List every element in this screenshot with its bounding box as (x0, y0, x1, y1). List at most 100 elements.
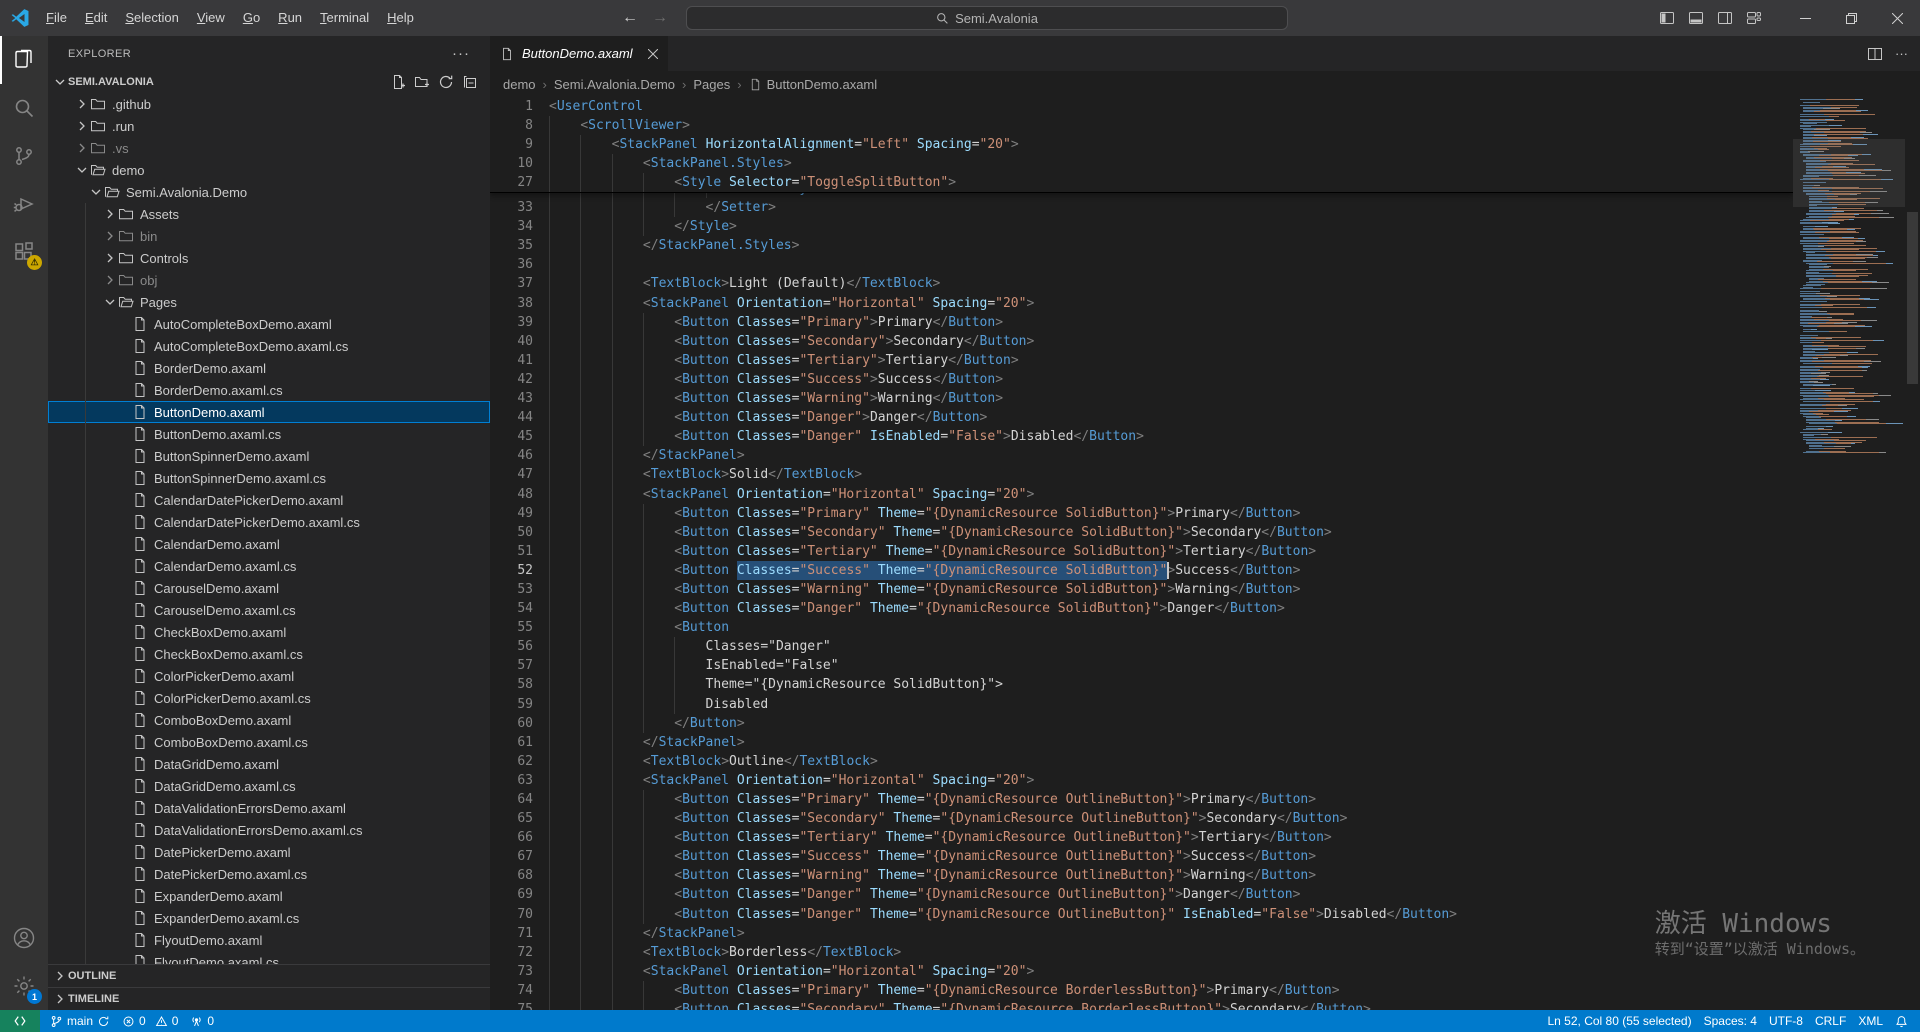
tree-item-FlyoutDemo.axaml.cs[interactable]: FlyoutDemo.axaml.cs (48, 951, 490, 964)
breadcrumb-item[interactable]: Semi.Avalonia.Demo (554, 77, 675, 92)
code-line[interactable]: 1<UserControl (490, 97, 1793, 116)
code-line[interactable]: 40 <Button Classes="Secondary">Secondary… (490, 332, 1793, 351)
source-control-icon[interactable] (0, 132, 48, 180)
tree-item-CheckBoxDemo.axaml[interactable]: CheckBoxDemo.axaml (48, 621, 490, 643)
notifications-bell-icon[interactable] (1889, 1010, 1914, 1032)
menu-edit[interactable]: Edit (76, 0, 116, 36)
refresh-icon[interactable] (438, 74, 454, 90)
tree-root[interactable]: SEMI.AVALONIA (48, 71, 490, 93)
code-line[interactable]: 61 </StackPanel> (490, 733, 1793, 752)
tree-item-ComboBoxDemo.axaml[interactable]: ComboBoxDemo.axaml (48, 709, 490, 731)
code-line[interactable]: 9 <StackPanel HorizontalAlignment="Left"… (490, 135, 1793, 154)
explorer-more-actions-icon[interactable]: ··· (452, 45, 470, 62)
tree-item-demo[interactable]: demo (48, 159, 490, 181)
tree-item-BorderDemo.axaml.cs[interactable]: BorderDemo.axaml.cs (48, 379, 490, 401)
code-line[interactable]: 49 <Button Classes="Primary" Theme="{Dyn… (490, 504, 1793, 523)
tree-item-CarouselDemo.axaml.cs[interactable]: CarouselDemo.axaml.cs (48, 599, 490, 621)
new-folder-icon[interactable] (414, 74, 430, 90)
tree-item-ExpanderDemo.axaml[interactable]: ExpanderDemo.axaml (48, 885, 490, 907)
tree-item-AutoCompleteBoxDemo.axaml.cs[interactable]: AutoCompleteBoxDemo.axaml.cs (48, 335, 490, 357)
code-line[interactable]: 69 <Button Classes="Danger" Theme="{Dyna… (490, 885, 1793, 904)
tree-item-ColorPickerDemo.axaml[interactable]: ColorPickerDemo.axaml (48, 665, 490, 687)
tree-item-bin[interactable]: bin (48, 225, 490, 247)
code-line[interactable]: 46 </StackPanel> (490, 446, 1793, 465)
code-line[interactable]: 64 <Button Classes="Primary" Theme="{Dyn… (490, 790, 1793, 809)
code-line[interactable]: 51 <Button Classes="Tertiary" Theme="{Dy… (490, 542, 1793, 561)
code-line[interactable]: 56 Classes="Danger" (490, 637, 1793, 656)
tree-item-CalendarDemo.axaml[interactable]: CalendarDemo.axaml (48, 533, 490, 555)
menu-view[interactable]: View (188, 0, 234, 36)
minimize-button[interactable] (1782, 0, 1828, 36)
code-line[interactable]: 72 <TextBlock>Borderless</TextBlock> (490, 943, 1793, 962)
search-view-icon[interactable] (0, 84, 48, 132)
tree-item-.vs[interactable]: .vs (48, 137, 490, 159)
code-line[interactable]: 57 IsEnabled="False" (490, 656, 1793, 675)
tree-item-Assets[interactable]: Assets (48, 203, 490, 225)
tree-item-CalendarDemo.axaml.cs[interactable]: CalendarDemo.axaml.cs (48, 555, 490, 577)
tree-item-obj[interactable]: obj (48, 269, 490, 291)
code-line[interactable]: 27 <Style Selector="ToggleSplitButton"> (490, 173, 1793, 192)
code-line[interactable]: 38 <StackPanel Orientation="Horizontal" … (490, 294, 1793, 313)
tree-item-DatePickerDemo.axaml[interactable]: DatePickerDemo.axaml (48, 841, 490, 863)
tree-item-ButtonDemo.axaml[interactable]: ButtonDemo.axaml (48, 401, 490, 423)
code-line[interactable]: 67 <Button Classes="Success" Theme="{Dyn… (490, 847, 1793, 866)
tree-item-CalendarDatePickerDemo.axaml.cs[interactable]: CalendarDatePickerDemo.axaml.cs (48, 511, 490, 533)
tree-item-DataGridDemo.axaml.cs[interactable]: DataGridDemo.axaml.cs (48, 775, 490, 797)
code-line[interactable]: 54 <Button Classes="Danger" Theme="{Dyna… (490, 599, 1793, 618)
tree-item-BorderDemo.axaml[interactable]: BorderDemo.axaml (48, 357, 490, 379)
restore-button[interactable] (1828, 0, 1874, 36)
extensions-icon[interactable]: ⚠ (0, 228, 48, 276)
tab-buttondemo[interactable]: ButtonDemo.axaml (490, 36, 668, 71)
code-line[interactable]: 8 <ScrollViewer> (490, 116, 1793, 135)
code-line[interactable]: 33 </Setter> (490, 198, 1793, 217)
go-back-icon[interactable]: ← (622, 9, 638, 27)
code-line[interactable]: 53 <Button Classes="Warning" Theme="{Dyn… (490, 580, 1793, 599)
sticky-scroll[interactable]: 1<UserControl8 <ScrollViewer>9 <StackPan… (490, 97, 1793, 193)
code-line[interactable]: 44 <Button Classes="Danger">Danger</Butt… (490, 408, 1793, 427)
code-line[interactable]: 43 <Button Classes="Warning">Warning</Bu… (490, 389, 1793, 408)
code-line[interactable]: 70 <Button Classes="Danger" Theme="{Dyna… (490, 905, 1793, 924)
new-file-icon[interactable] (390, 74, 406, 90)
menu-terminal[interactable]: Terminal (311, 0, 378, 36)
code-line[interactable]: 74 <Button Classes="Primary" Theme="{Dyn… (490, 981, 1793, 1000)
code-line[interactable]: 59 Disabled (490, 695, 1793, 714)
menu-file[interactable]: File (37, 0, 76, 36)
code-line[interactable]: 66 <Button Classes="Tertiary" Theme="{Dy… (490, 828, 1793, 847)
code-line[interactable]: 62 <TextBlock>Outline</TextBlock> (490, 752, 1793, 771)
menu-selection[interactable]: Selection (116, 0, 187, 36)
code-line[interactable]: 65 <Button Classes="Secondary" Theme="{D… (490, 809, 1793, 828)
menu-help[interactable]: Help (378, 0, 423, 36)
toggle-panel-icon[interactable] (1681, 0, 1710, 36)
code-line[interactable]: 47 <TextBlock>Solid</TextBlock> (490, 465, 1793, 484)
tree-item-Pages[interactable]: Pages (48, 291, 490, 313)
code-line[interactable]: 34 </Style> (490, 217, 1793, 236)
outline-section[interactable]: OUTLINE (48, 964, 490, 987)
tree-item-DataValidationErrorsDemo.axaml[interactable]: DataValidationErrorsDemo.axaml (48, 797, 490, 819)
timeline-section[interactable]: TIMELINE (48, 987, 490, 1010)
minimap[interactable] (1793, 97, 1905, 1010)
breadcrumb-item-file[interactable]: ButtonDemo.axaml (749, 77, 878, 92)
tree-item-.run[interactable]: .run (48, 115, 490, 137)
tree-item-CalendarDatePickerDemo.axaml[interactable]: CalendarDatePickerDemo.axaml (48, 489, 490, 511)
tree-item-ComboBoxDemo.axaml.cs[interactable]: ComboBoxDemo.axaml.cs (48, 731, 490, 753)
editor-more-actions-icon[interactable]: ··· (1895, 46, 1908, 61)
command-center-search[interactable]: Semi.Avalonia (686, 6, 1288, 30)
code-line[interactable]: 36 (490, 255, 1793, 274)
eol-sequence[interactable]: CRLF (1809, 1010, 1852, 1032)
tree-item-DataValidationErrorsDemo.axaml.cs[interactable]: DataValidationErrorsDemo.axaml.cs (48, 819, 490, 841)
code-lines[interactable]: 32 </MenuFlyout>33 </Setter>34 </Style>3… (490, 179, 1793, 1010)
menu-run[interactable]: Run (269, 0, 311, 36)
code-line[interactable]: 52 <Button Classes="Success" Theme="{Dyn… (490, 561, 1793, 580)
tree-item-Semi.Avalonia.Demo[interactable]: Semi.Avalonia.Demo (48, 181, 490, 203)
tree-item-CarouselDemo.axaml[interactable]: CarouselDemo.axaml (48, 577, 490, 599)
tree-item-ButtonSpinnerDemo.axaml[interactable]: ButtonSpinnerDemo.axaml (48, 445, 490, 467)
branch-status[interactable]: main (44, 1010, 116, 1032)
split-editor-icon[interactable] (1867, 46, 1883, 62)
tree-item-.github[interactable]: .github (48, 93, 490, 115)
remote-indicator[interactable] (0, 1010, 40, 1032)
code-line[interactable]: 63 <StackPanel Orientation="Horizontal" … (490, 771, 1793, 790)
accounts-icon[interactable] (0, 914, 48, 962)
tree-item-AutoCompleteBoxDemo.axaml[interactable]: AutoCompleteBoxDemo.axaml (48, 313, 490, 335)
cursor-position[interactable]: Ln 52, Col 80 (55 selected) (1542, 1010, 1698, 1032)
tree-item-DatePickerDemo.axaml.cs[interactable]: DatePickerDemo.axaml.cs (48, 863, 490, 885)
